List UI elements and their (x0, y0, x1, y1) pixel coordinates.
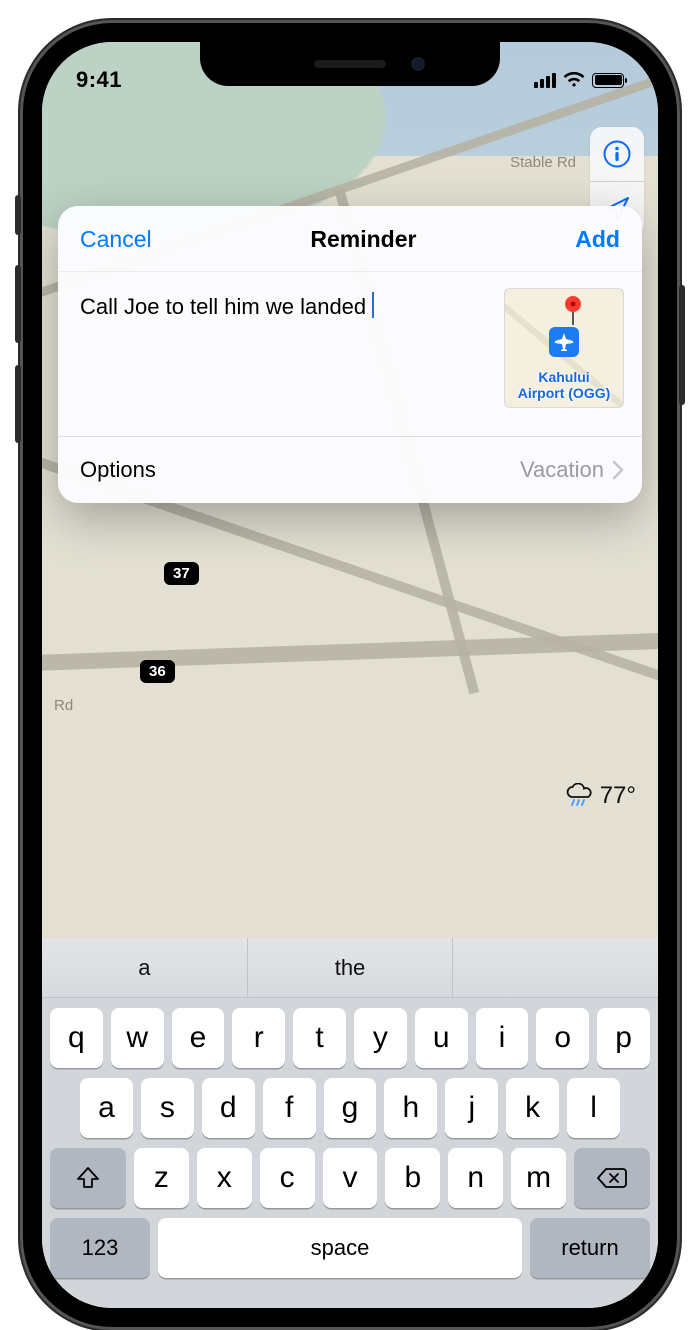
chevron-right-icon (612, 460, 624, 480)
weather-rain-icon (564, 783, 594, 809)
key-g[interactable]: g (324, 1078, 377, 1138)
key-shift[interactable] (50, 1148, 126, 1208)
side-button[interactable] (679, 285, 685, 405)
map-info-button[interactable] (590, 127, 644, 181)
mute-switch[interactable] (15, 195, 21, 235)
keyboard: a the q w e r t y u i o p a s d f (42, 938, 658, 1308)
key-t[interactable]: t (293, 1008, 346, 1068)
prediction-2[interactable]: the (248, 938, 454, 997)
device-frame: Stable Rd Rd 37 36 7 (20, 20, 680, 1330)
clock: 9:41 (76, 67, 122, 93)
route-shield-36: 36 (140, 660, 175, 683)
shift-icon (75, 1165, 101, 1191)
prediction-3[interactable] (453, 938, 658, 997)
key-w[interactable]: w (111, 1008, 164, 1068)
reminder-text-input[interactable]: Call Joe to tell him we landed (80, 276, 490, 408)
road-label: Stable Rd (510, 154, 576, 171)
road-label-2: Rd (54, 697, 73, 714)
location-name: Kahului Airport (OGG) (505, 369, 623, 401)
map-pin-icon (563, 295, 583, 327)
prediction-1[interactable]: a (42, 938, 248, 997)
key-a[interactable]: a (80, 1078, 133, 1138)
volume-up-button[interactable] (15, 265, 21, 343)
options-label: Options (80, 457, 156, 483)
key-s[interactable]: s (141, 1078, 194, 1138)
weather-widget[interactable]: 77° (564, 782, 636, 810)
battery-icon (592, 73, 624, 88)
key-backspace[interactable] (574, 1148, 650, 1208)
key-o[interactable]: o (536, 1008, 589, 1068)
key-e[interactable]: e (172, 1008, 225, 1068)
key-row-1: q w e r t y u i o p (42, 998, 658, 1068)
key-numbers[interactable]: 123 (50, 1218, 150, 1278)
backspace-icon (596, 1166, 628, 1190)
key-l[interactable]: l (567, 1078, 620, 1138)
options-row[interactable]: Options Vacation (58, 436, 642, 503)
reminder-text-value: Call Joe to tell him we landed (80, 294, 366, 319)
cellular-signal-icon (534, 73, 556, 88)
popover-title: Reminder (310, 226, 416, 253)
key-b[interactable]: b (385, 1148, 440, 1208)
reminder-popover: Cancel Reminder Add Call Joe to tell him… (58, 206, 642, 503)
key-v[interactable]: v (323, 1148, 378, 1208)
key-d[interactable]: d (202, 1078, 255, 1138)
key-m[interactable]: m (511, 1148, 566, 1208)
key-p[interactable]: p (597, 1008, 650, 1068)
key-x[interactable]: x (197, 1148, 252, 1208)
text-cursor (372, 292, 374, 318)
key-row-4: 123 space return (42, 1208, 658, 1288)
weather-temp: 77° (600, 782, 636, 810)
route-shield-37: 37 (164, 562, 199, 585)
notch (200, 42, 500, 86)
key-r[interactable]: r (232, 1008, 285, 1068)
key-j[interactable]: j (445, 1078, 498, 1138)
key-f[interactable]: f (263, 1078, 316, 1138)
location-thumbnail[interactable]: Kahului Airport (OGG) (504, 288, 624, 408)
key-return[interactable]: return (530, 1218, 650, 1278)
key-i[interactable]: i (476, 1008, 529, 1068)
key-c[interactable]: c (260, 1148, 315, 1208)
key-h[interactable]: h (384, 1078, 437, 1138)
key-u[interactable]: u (415, 1008, 468, 1068)
key-n[interactable]: n (448, 1148, 503, 1208)
options-value: Vacation (520, 457, 604, 483)
prediction-bar: a the (42, 938, 658, 998)
key-row-3: z x c v b n m (42, 1138, 658, 1208)
add-button[interactable]: Add (575, 226, 620, 253)
info-icon (602, 139, 632, 169)
key-row-2: a s d f g h j k l (42, 1068, 658, 1138)
volume-down-button[interactable] (15, 365, 21, 443)
key-q[interactable]: q (50, 1008, 103, 1068)
wifi-icon (563, 72, 585, 88)
airplane-icon (554, 332, 574, 352)
key-space[interactable]: space (158, 1218, 522, 1278)
cancel-button[interactable]: Cancel (80, 226, 152, 253)
key-y[interactable]: y (354, 1008, 407, 1068)
key-z[interactable]: z (134, 1148, 189, 1208)
key-k[interactable]: k (506, 1078, 559, 1138)
